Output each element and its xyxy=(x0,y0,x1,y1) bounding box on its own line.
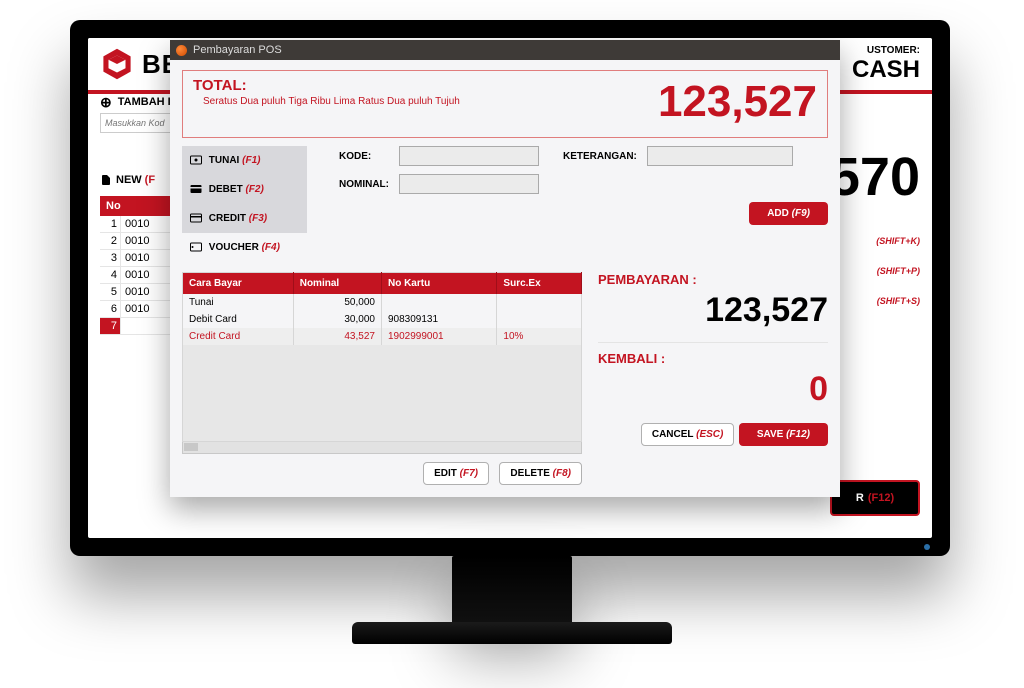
edit-payment-button[interactable]: EDIT (F7) xyxy=(423,462,489,485)
line-no-header: No xyxy=(100,196,170,216)
pay-button[interactable]: R (F12) xyxy=(830,480,920,516)
monitor-base xyxy=(0,622,1024,644)
customer-value: CASH xyxy=(852,56,920,84)
keterangan-label: KETERANGAN: xyxy=(563,151,647,162)
monitor-power-led xyxy=(924,544,930,550)
table-row[interactable]: Debit Card 30,000 908309131 xyxy=(183,311,582,328)
payment-method-tabs: TUNAI (F1) DEBET (F2) CREDIT (F3) V xyxy=(182,146,307,262)
payments-table-panel: Cara Bayar Nominal No Kartu Surc.Ex Tuna… xyxy=(182,272,582,485)
shortcut-k-hint: (SHIFT+K) xyxy=(876,236,920,246)
app-logo-icon xyxy=(100,47,134,81)
delete-payment-button[interactable]: DELETE (F8) xyxy=(499,462,582,485)
customer-label: USTOMER: xyxy=(852,45,920,56)
grand-total-partial: 570 xyxy=(830,146,920,208)
total-words: Seratus Dua puluh Tiga Ribu Lima Ratus D… xyxy=(203,96,460,107)
col-nominal: Nominal xyxy=(293,273,381,295)
table-horizontal-scrollbar[interactable] xyxy=(182,442,582,454)
customer-panel: USTOMER: CASH xyxy=(852,45,920,84)
paid-label: PEMBAYARAN : xyxy=(598,272,828,287)
cancel-button[interactable]: CANCEL (ESC) xyxy=(641,423,735,446)
shortcut-p-hint: (SHIFT+P) xyxy=(877,266,920,276)
tab-tunai[interactable]: TUNAI (F1) xyxy=(182,146,307,175)
payment-dialog: Pembayaran POS TOTAL: Seratus Dua puluh … xyxy=(170,40,840,497)
shortcut-s-hint: (SHIFT+S) xyxy=(877,296,920,306)
table-row[interactable]: Tunai 50,000 xyxy=(183,294,582,311)
monitor-frame: BE USTOMER: CASH ⊕ TAMBAH I 570 (SHIFT+K… xyxy=(70,20,950,556)
kode-label: KODE: xyxy=(339,151,399,162)
close-icon[interactable] xyxy=(176,45,187,56)
kode-input[interactable] xyxy=(399,146,539,166)
change-amount: 0 xyxy=(598,370,828,409)
payments-table[interactable]: Cara Bayar Nominal No Kartu Surc.Ex Tuna… xyxy=(182,272,582,442)
table-row[interactable]: Credit Card 43,527 1902999001 10% xyxy=(183,328,582,345)
tab-voucher[interactable]: VOUCHER (F4) xyxy=(182,233,307,262)
col-method: Cara Bayar xyxy=(183,273,294,295)
total-panel: TOTAL: Seratus Dua puluh Tiga Ribu Lima … xyxy=(182,70,828,138)
keterangan-input[interactable] xyxy=(647,146,793,166)
change-label: KEMBALI : xyxy=(598,351,828,366)
dialog-titlebar[interactable]: Pembayaran POS xyxy=(170,40,840,60)
save-button[interactable]: SAVE (F12) xyxy=(739,423,828,446)
nominal-label: NOMINAL: xyxy=(339,179,399,190)
nominal-input[interactable] xyxy=(399,174,539,194)
dialog-title: Pembayaran POS xyxy=(193,44,282,56)
tab-credit[interactable]: CREDIT (F3) xyxy=(182,204,307,233)
summary-panel: PEMBAYARAN : 123,527 KEMBALI : 0 CANCEL … xyxy=(598,272,828,485)
add-payment-button[interactable]: ADD (F9) xyxy=(749,202,828,225)
total-label: TOTAL: xyxy=(193,77,460,94)
col-surc: Surc.Ex xyxy=(497,273,582,295)
paid-amount: 123,527 xyxy=(598,291,828,330)
monitor-neck xyxy=(0,556,1024,626)
tab-debet[interactable]: DEBET (F2) xyxy=(182,175,307,204)
plus-circle-icon: ⊕ xyxy=(100,94,112,111)
col-card: No Kartu xyxy=(381,273,496,295)
total-amount: 123,527 xyxy=(658,77,817,127)
